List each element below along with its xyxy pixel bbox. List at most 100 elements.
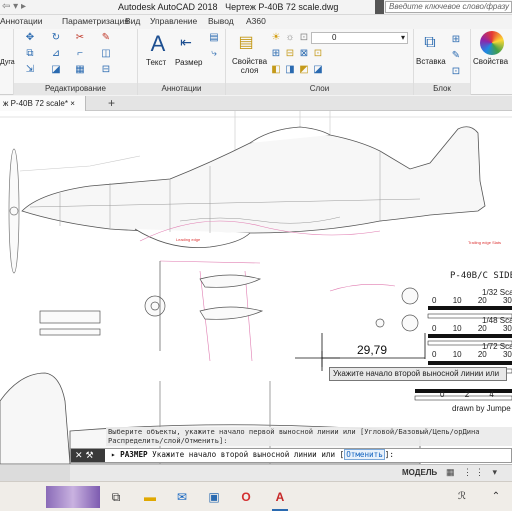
store-icon[interactable]: ▣ — [206, 489, 222, 505]
dimension-icon[interactable]: ⇤ — [178, 34, 194, 50]
autocad-taskbar-icon[interactable]: A — [272, 489, 288, 505]
drawing-label-pink: Trailing edge Slats — [468, 240, 501, 245]
annotation-panel-label[interactable]: Аннотации — [138, 83, 225, 95]
command-line-tools[interactable]: ✕⚒ — [71, 449, 105, 462]
fillet-icon[interactable]: ⌐ — [74, 49, 86, 59]
close-tab-icon[interactable]: × — [70, 99, 75, 108]
command-prompt[interactable]: ▸ РАЗМЕР Укажите начало второй выносной … — [111, 449, 394, 460]
color-wheel-icon[interactable] — [480, 31, 504, 55]
opera-icon[interactable]: O — [238, 489, 254, 505]
drawing-canvas[interactable]: Leading edge Trailing edge Slats P-40B/C… — [0, 111, 512, 464]
scale-icon[interactable]: ◪ — [50, 65, 62, 75]
layer-tool-2-icon[interactable]: ⊟ — [284, 49, 296, 59]
dimension-button[interactable]: Размер — [175, 58, 203, 67]
layer-properties-icon[interactable]: ▤ — [236, 33, 256, 53]
title-bar: ⇦ ▾ ▸ Autodesk AutoCAD 2018 Чертеж P-40B… — [0, 0, 512, 15]
people-icon[interactable]: ℛ — [454, 489, 470, 505]
arc-button[interactable]: Дуга — [0, 59, 15, 66]
tab-output[interactable]: Вывод — [208, 16, 234, 26]
close-icon[interactable]: ✕ — [75, 450, 86, 460]
wrench-icon[interactable]: ⚒ — [86, 450, 97, 460]
file-explorer-icon[interactable]: ▬ — [142, 489, 158, 505]
drawing-label-red: Leading edge — [176, 237, 201, 242]
layout-tabs-area — [0, 465, 70, 481]
tab-a360[interactable]: A360 — [246, 16, 266, 26]
tab-parametric[interactable]: Параметризация — [62, 16, 129, 26]
command-line[interactable]: ✕⚒ ▸ РАЗМЕР Укажите начало второй выносн… — [70, 448, 512, 463]
block-panel-label[interactable]: Блок — [414, 83, 470, 95]
file-tab[interactable]: ж P-40B 72 scale* × — [0, 96, 86, 111]
edit-block-icon[interactable]: ✎ — [450, 51, 462, 61]
layer-tool-3-icon[interactable]: ⊠ — [298, 49, 310, 59]
scale-nums-extra: 0 2 4 6 — [440, 390, 494, 399]
layers-panel: ▤ Свойстваслоя ☀ ☼ ⊡ ■ 0▾ ⊞ ⊟ ⊠ ⊡ ◧ ◨ ◩ … — [226, 29, 414, 95]
ribbon-tabs: Аннотации Параметризация Вид Управление … — [0, 15, 512, 29]
command-history: Выберите объекты, укажите начало первой … — [106, 427, 512, 446]
layer-tool-7-icon[interactable]: ◩ — [298, 65, 310, 75]
task-view-icon[interactable]: ⧉ — [108, 489, 124, 505]
layer-tool-1-icon[interactable]: ⊞ — [270, 49, 282, 59]
annotation-panel: A Текст ⇤ Размер ▤ ⤷ Аннотации — [138, 29, 226, 95]
array-icon[interactable]: ▦ — [74, 65, 86, 75]
block-attr-icon[interactable]: ⊡ — [450, 67, 462, 77]
quick-access-toolbar[interactable]: ⇦ ▾ ▸ — [2, 1, 26, 12]
drawing-credit: drawn by Jumpe — [452, 404, 511, 413]
gear-details — [39, 261, 419, 351]
text-icon[interactable]: A — [148, 33, 168, 55]
insert-button[interactable]: Вставка — [416, 57, 446, 66]
properties-panel: Свойства — [471, 29, 512, 95]
copy-icon[interactable]: ⧉ — [24, 49, 36, 59]
modify-panel-label[interactable]: Редактирование — [14, 83, 137, 95]
insert-block-icon[interactable]: ⧉ — [420, 33, 440, 53]
lock-icon[interactable]: ⊡ — [298, 33, 310, 43]
file-tab-bar: ж P-40B 72 scale* × + — [0, 96, 512, 111]
window-title: Autodesk AutoCAD 2018 Чертеж P-40B 72 sc… — [118, 2, 339, 12]
layers-panel-label[interactable]: Слои — [226, 83, 413, 95]
offset-icon[interactable]: ⊟ — [100, 65, 112, 75]
draw-panel: Дуга — [0, 29, 15, 95]
aircraft-side-view — [21, 126, 486, 248]
search-dropdown-icon[interactable] — [375, 0, 384, 14]
notification-icon[interactable]: ⌃ — [488, 489, 504, 505]
model-space-button[interactable]: МОДЕЛЬ — [402, 468, 437, 477]
table-icon[interactable]: ▤ — [208, 33, 220, 43]
history-line-2: Распределить/слой/Отменить]: — [108, 436, 228, 445]
layer-tool-5-icon[interactable]: ◧ — [270, 65, 282, 75]
drawing-svg: Leading edge Trailing edge Slats — [0, 111, 512, 464]
layer-tool-4-icon[interactable]: ⊡ — [312, 49, 324, 59]
dimension-value: 29,79 — [357, 343, 388, 357]
bulb-icon[interactable]: ☀ — [270, 33, 282, 43]
explode-icon[interactable]: ◫ — [100, 49, 112, 59]
status-bar: МОДЕЛЬ ▦ ⋮⋮ ▾ ⊾ — [0, 464, 512, 488]
modify-panel: ✥ ↻ ✂ ✎ ⧉ ⊿ ⌐ ◫ ⇲ ◪ ▦ ⊟ Редактирование — [14, 29, 138, 95]
stretch-icon[interactable]: ⇲ — [24, 65, 36, 75]
block-panel: ⧉ Вставка ⊞ ✎ ⊡ Блок — [414, 29, 471, 95]
sun-icon[interactable]: ☼ — [284, 33, 296, 43]
scale-nums-48: 0 10 20 30 40 — [432, 324, 512, 333]
leader-icon[interactable]: ⤷ — [208, 49, 220, 59]
layer-dropdown[interactable]: 0 ▾ — [311, 32, 408, 44]
dynamic-input-tooltip: Укажите начало второй выносной линии или — [329, 367, 507, 381]
layer-tool-6-icon[interactable]: ◨ — [284, 65, 296, 75]
create-block-icon[interactable]: ⊞ — [450, 35, 462, 45]
text-button[interactable]: Текст — [146, 58, 166, 67]
taskbar-thumbnail[interactable] — [46, 486, 100, 508]
layer-tool-8-icon[interactable]: ◪ — [312, 65, 324, 75]
mirror-icon[interactable]: ⊿ — [50, 49, 62, 59]
rotate-icon[interactable]: ↻ — [50, 33, 62, 43]
move-icon[interactable]: ✥ — [24, 33, 36, 43]
tab-annotate[interactable]: Аннотации — [0, 16, 43, 26]
mail-icon[interactable]: ✉ — [174, 489, 190, 505]
erase-icon[interactable]: ✎ — [100, 33, 112, 43]
scale-nums-72: 0 10 20 30 40 — [432, 350, 512, 359]
trim-icon[interactable]: ✂ — [74, 33, 86, 43]
properties-button[interactable]: Свойства — [473, 57, 508, 66]
windows-taskbar: ⧉ ▬ ✉ ▣ O A ℛ ⌃ — [0, 481, 512, 511]
new-tab-icon[interactable]: + — [108, 96, 115, 110]
layer-properties-button[interactable]: Свойства слоя — [232, 57, 267, 75]
scale-nums-32: 0 10 20 30 40 — [432, 296, 512, 305]
undo-option[interactable]: Отменить — [344, 449, 385, 460]
search-input[interactable]: Введите ключевое слово/фразу — [385, 1, 512, 13]
tab-view[interactable]: Вид — [125, 16, 140, 26]
tab-manage[interactable]: Управление — [150, 16, 197, 26]
